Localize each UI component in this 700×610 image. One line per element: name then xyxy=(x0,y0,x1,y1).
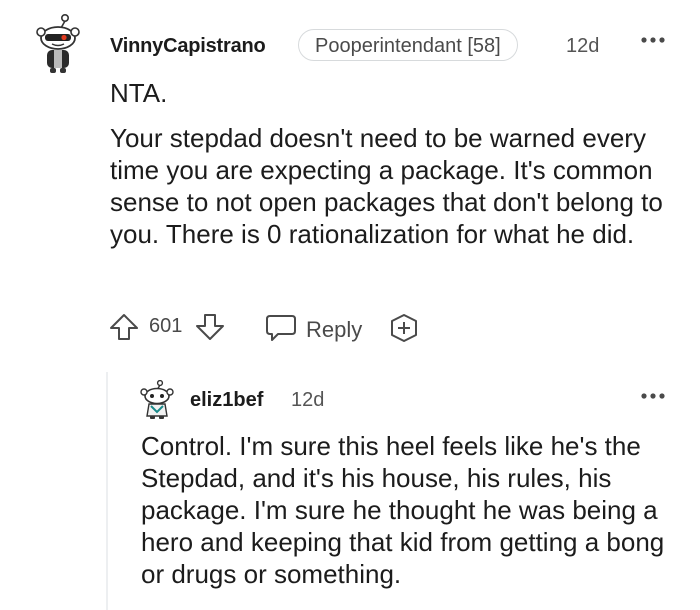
comment-first-line: NTA. xyxy=(110,78,168,108)
reply-label: Reply xyxy=(306,317,363,342)
snoo-avatar-icon[interactable] xyxy=(140,380,174,420)
award-plus-icon[interactable] xyxy=(388,312,420,344)
upvote-arrow-icon[interactable] xyxy=(108,312,140,342)
vote-score: 601 xyxy=(149,315,183,337)
thread-line[interactable] xyxy=(106,372,108,610)
ellipsis-icon[interactable] xyxy=(640,30,666,50)
ellipsis-icon[interactable] xyxy=(640,386,666,406)
comment-body: Your stepdad doesn't need to be warned e… xyxy=(110,123,663,249)
user-flair-badge: Pooperintendant [58] xyxy=(298,29,518,61)
speech-bubble-icon xyxy=(264,313,298,343)
username[interactable]: eliz1bef xyxy=(190,389,263,412)
comment-age: 12d xyxy=(291,389,325,411)
comment-age: 12d xyxy=(566,35,600,57)
snoo-avatar-icon[interactable] xyxy=(35,14,81,74)
username[interactable]: VinnyCapistrano xyxy=(110,35,266,58)
comment-body: Control. I'm sure this heel feels like h… xyxy=(141,431,665,589)
downvote-arrow-icon[interactable] xyxy=(194,312,226,342)
